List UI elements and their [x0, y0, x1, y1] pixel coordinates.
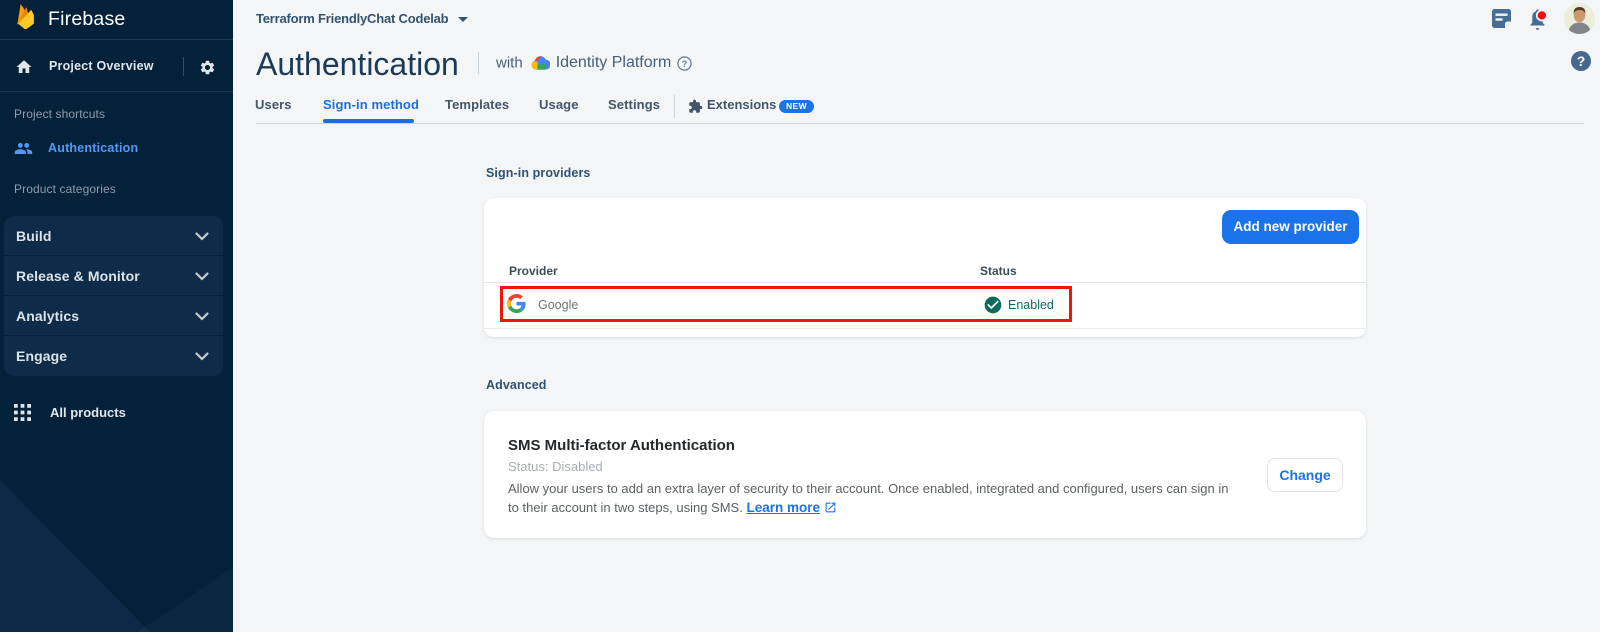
- svg-text:?: ?: [681, 58, 687, 68]
